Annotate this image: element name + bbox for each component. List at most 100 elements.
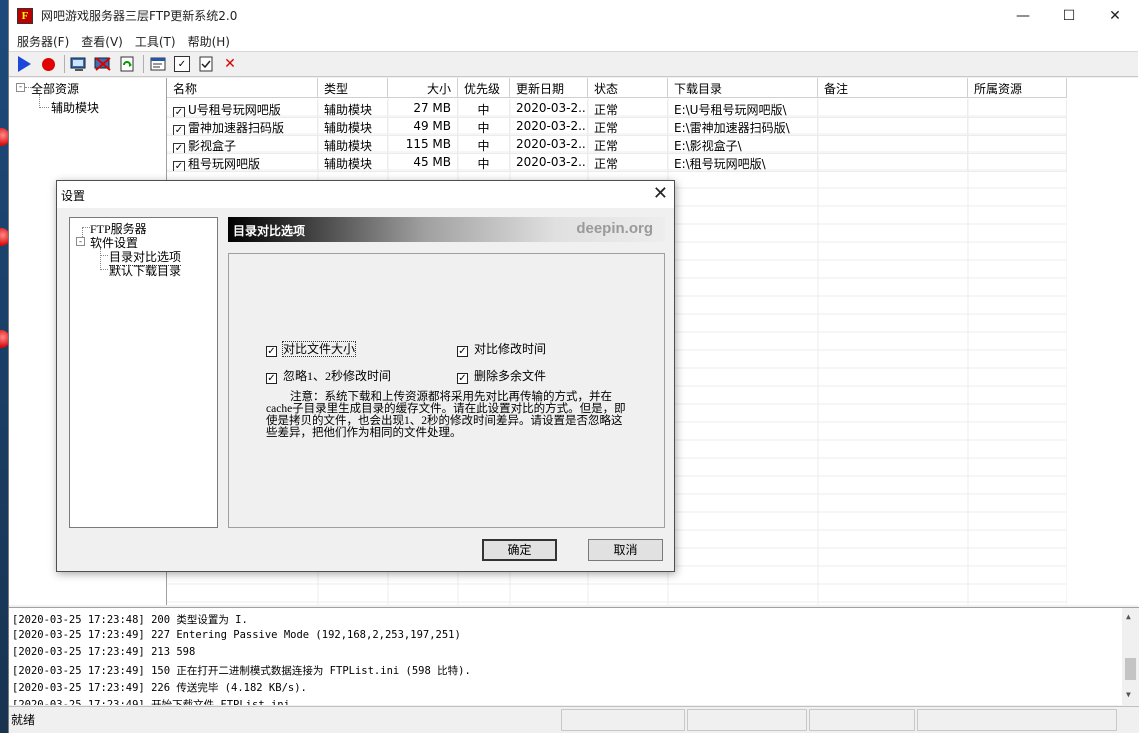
cancel-button[interactable]: 取消 <box>588 539 663 561</box>
menu-view[interactable]: 查看(V) <box>75 33 129 50</box>
log-scrollbar[interactable]: ▲ ▼ <box>1122 608 1139 705</box>
option-label: 删除多余文件 <box>474 369 547 383</box>
status-text: 就绪 <box>11 713 36 727</box>
maximize-button[interactable]: ☐ <box>1046 0 1092 31</box>
cell-date: 2020-03-2... <box>510 118 588 136</box>
column-header-note[interactable]: 备注 <box>818 78 968 98</box>
menu-help[interactable]: 帮助(H) <box>182 33 236 50</box>
log-line: [2020-03-25 17:23:49] 226 传送完毕 (4.182 KB… <box>12 682 307 694</box>
column-header-dir[interactable]: 下载目录 <box>668 78 818 98</box>
log-line: [2020-03-25 17:23:49] 开始下载文件 FTPList.ini <box>12 699 290 705</box>
column-header-size[interactable]: 大小 <box>388 78 458 98</box>
check-all-icon: ✓ <box>174 56 190 72</box>
tree-item-all-resources[interactable]: 全部资源 <box>31 80 79 97</box>
cell-name: 影视盒子 <box>188 139 237 153</box>
properties-button[interactable] <box>147 53 169 75</box>
server-button[interactable] <box>68 53 90 75</box>
cell-dir: E:\U号租号玩网吧版\ <box>668 100 818 118</box>
option-compare-time[interactable]: ✓ 对比修改时间 <box>457 340 546 357</box>
scrollbar-thumb[interactable] <box>1125 658 1136 680</box>
table-row[interactable]: ✓ 雷神加速器扫码版 辅助模块 49 MB 中 2020-03-2... 正常 E… <box>167 118 1067 136</box>
section-banner: 目录对比选项 deepin.org <box>228 217 665 242</box>
title-bar: F 网吧游戏服务器三层FTP更新系统2.0 — ☐ ✕ <box>9 0 1138 31</box>
cell-date: 2020-03-2... <box>510 154 588 172</box>
column-header-resource[interactable]: 所属资源 <box>968 78 1067 98</box>
row-checkbox[interactable]: ✓ <box>173 161 185 171</box>
cell-status: 正常 <box>588 154 668 172</box>
check-button[interactable] <box>195 53 217 75</box>
option-checkbox[interactable]: ✓ <box>266 373 277 384</box>
cell-resource <box>968 136 1067 154</box>
toolbar: ✓ ✕ <box>9 51 1138 77</box>
menu-server[interactable]: 服务器(F) <box>11 33 75 50</box>
option-ignore-seconds[interactable]: ✓ 忽略1、2秒修改时间 <box>266 367 391 384</box>
delete-icon: ✕ <box>224 56 236 72</box>
log-line: [2020-03-25 17:23:49] 213 598 <box>12 646 196 658</box>
menu-tools[interactable]: 工具(T) <box>129 33 182 50</box>
refresh-button[interactable] <box>116 53 138 75</box>
tree-expander[interactable]: - <box>16 83 25 92</box>
cell-size: 115 MB <box>388 136 458 154</box>
ok-button[interactable]: 确定 <box>482 539 557 561</box>
tree-line <box>100 255 108 256</box>
row-checkbox[interactable]: ✓ <box>173 143 185 153</box>
cell-resource <box>968 118 1067 136</box>
settings-tree: - FTP服务器 软件设置 目录对比选项 默认下载目录 <box>69 217 218 528</box>
option-compare-size[interactable]: ✓ 对比文件大小 <box>266 340 357 357</box>
option-label: 对比文件大小 <box>281 341 357 357</box>
option-checkbox[interactable]: ✓ <box>266 346 277 357</box>
row-checkbox[interactable]: ✓ <box>173 125 185 135</box>
row-checkbox[interactable]: ✓ <box>173 107 185 117</box>
disconnect-button[interactable] <box>92 53 114 75</box>
minimize-button[interactable]: — <box>1000 0 1046 31</box>
column-header-date[interactable]: 更新日期 <box>510 78 588 98</box>
tree-expander[interactable]: - <box>76 237 85 246</box>
cell-dir: E:\影视盒子\ <box>668 136 818 154</box>
delete-button[interactable]: ✕ <box>219 53 241 75</box>
tree-item-aux-modules[interactable]: 辅助模块 <box>51 99 99 116</box>
properties-icon <box>150 57 166 71</box>
toolbar-separator <box>143 55 144 73</box>
note-text: 注意：系统下载和上传资源都将采用先对比再传输的方式，并在cache子目录里生成目… <box>266 391 626 439</box>
scroll-down-icon[interactable]: ▼ <box>1126 690 1131 699</box>
option-checkbox[interactable]: ✓ <box>457 346 468 357</box>
status-cell <box>561 709 685 731</box>
cell-size: 45 MB <box>388 154 458 172</box>
cell-type: 辅助模块 <box>318 118 388 136</box>
column-header-priority[interactable]: 优先级 <box>458 78 510 98</box>
scroll-up-icon[interactable]: ▲ <box>1126 612 1131 621</box>
options-panel: ✓ 对比文件大小 ✓ 对比修改时间 ✓ 忽略1、2秒修改时间 ✓ 删除多余文件 注意：系… <box>228 253 665 528</box>
cell-type: 辅助模块 <box>318 154 388 172</box>
status-bar: 就绪 <box>9 706 1139 733</box>
check-all-button[interactable]: ✓ <box>171 53 193 75</box>
option-label: 对比修改时间 <box>474 342 547 356</box>
cell-name: U号租号玩网吧版 <box>188 103 281 117</box>
brand-watermark: deepin.org <box>576 220 653 237</box>
server-icon <box>70 57 86 71</box>
tree-item-default-download-dir[interactable]: 默认下载目录 <box>109 262 181 279</box>
log-output[interactable]: [2020-03-25 17:23:48] 200 类型设置为 I. [2020… <box>9 607 1139 705</box>
column-header-type[interactable]: 类型 <box>318 78 388 98</box>
section-title: 目录对比选项 <box>233 224 306 238</box>
cell-name: 雷神加速器扫码版 <box>188 121 285 135</box>
table-row[interactable]: ✓ 影视盒子 辅助模块 115 MB 中 2020-03-2... 正常 E:\影… <box>167 136 1067 154</box>
log-line: [2020-03-25 17:23:49] 227 Entering Passi… <box>12 629 461 641</box>
menu-bar: 服务器(F) 查看(V) 工具(T) 帮助(H) <box>9 31 1138 51</box>
option-checkbox[interactable]: ✓ <box>457 373 468 384</box>
column-header-status[interactable]: 状态 <box>588 78 668 98</box>
log-line: [2020-03-25 17:23:49] 150 正在打开二进制模式数据连接为… <box>12 665 471 677</box>
start-button[interactable] <box>13 53 35 75</box>
record-icon <box>41 57 55 71</box>
tree-line <box>100 248 101 270</box>
cell-size: 49 MB <box>388 118 458 136</box>
close-button[interactable]: ✕ <box>1092 0 1138 31</box>
cell-resource <box>968 100 1067 118</box>
column-header-name[interactable]: 名称 <box>167 78 318 98</box>
cell-priority: 中 <box>458 118 510 136</box>
table-row[interactable]: ✓ 租号玩网吧版 辅助模块 45 MB 中 2020-03-2... 正常 E:\… <box>167 154 1067 172</box>
table-row[interactable]: ✓ U号租号玩网吧版 辅助模块 27 MB 中 2020-03-2... 正常 E… <box>167 100 1067 118</box>
stop-button[interactable] <box>37 53 59 75</box>
status-cell <box>917 709 1117 731</box>
option-delete-extra[interactable]: ✓ 删除多余文件 <box>457 367 546 384</box>
dialog-close-button[interactable]: ✕ <box>653 183 668 204</box>
